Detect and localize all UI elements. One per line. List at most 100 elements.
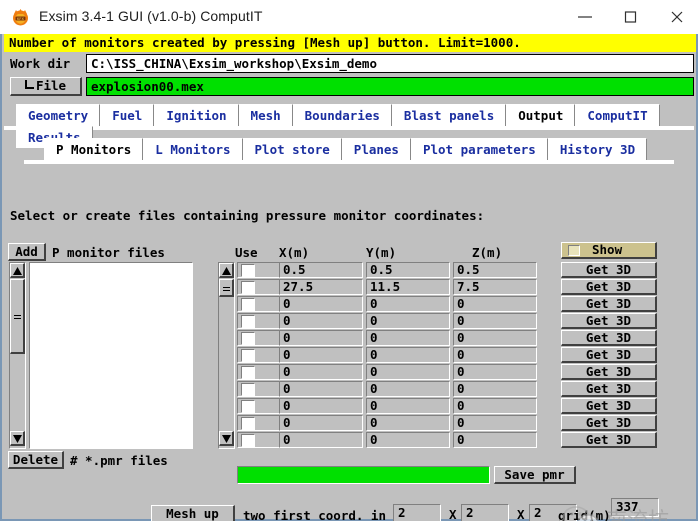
row-x-input[interactable]: 0.5 [279, 262, 363, 278]
row-y-input[interactable]: 0 [366, 296, 450, 312]
mesh-ny-input[interactable]: 2 [461, 504, 509, 521]
grid-size-input[interactable]: 337 [611, 498, 659, 517]
get-3d-button[interactable]: Get 3D [561, 279, 657, 295]
checkbox-icon[interactable] [241, 383, 255, 396]
minimize-button[interactable] [562, 0, 608, 33]
explosion-icon: KFX [11, 8, 30, 26]
table-scroll-up-icon[interactable] [219, 263, 234, 278]
checkbox-icon[interactable] [241, 315, 255, 328]
checkbox-icon[interactable] [241, 366, 255, 379]
row-y-input[interactable]: 0.5 [366, 262, 450, 278]
row-y-input[interactable]: 0 [366, 381, 450, 397]
p-monitor-file-list[interactable] [29, 262, 193, 449]
maximize-button[interactable] [608, 0, 654, 33]
row-y-input[interactable]: 0 [366, 313, 450, 329]
sub-tab-bar: P MonitorsL MonitorsPlot storePlanesPlot… [44, 138, 647, 162]
subtab-p-monitors[interactable]: P Monitors [44, 138, 143, 160]
checkbox-icon[interactable] [241, 434, 255, 447]
checkbox-icon[interactable] [241, 281, 255, 294]
row-y-input[interactable]: 0 [366, 347, 450, 363]
grid-label: grid(m) [558, 508, 611, 521]
show-toggle[interactable]: Show [561, 242, 657, 259]
get-3d-button[interactable]: Get 3D [561, 415, 657, 431]
checkbox-icon[interactable] [241, 332, 255, 345]
row-z-input[interactable]: 0 [453, 347, 537, 363]
get-3d-button[interactable]: Get 3D [561, 296, 657, 312]
row-z-input[interactable]: 0 [453, 296, 537, 312]
add-file-button[interactable]: Add [8, 243, 46, 261]
row-x-input[interactable]: 27.5 [279, 279, 363, 295]
file-list-scrollbar[interactable] [9, 262, 26, 449]
row-z-input[interactable]: 0 [453, 313, 537, 329]
subtab-plot-parameters[interactable]: Plot parameters [411, 138, 548, 160]
checkbox-icon[interactable] [241, 349, 255, 362]
get-3d-button[interactable]: Get 3D [561, 381, 657, 397]
mesh-up-button[interactable]: Mesh up [151, 505, 235, 521]
row-x-input[interactable]: 0 [279, 296, 363, 312]
save-pmr-button[interactable]: Save pmr [494, 466, 576, 484]
get-3d-button[interactable]: Get 3D [561, 398, 657, 414]
row-x-input[interactable]: 0 [279, 415, 363, 431]
row-x-input[interactable]: 0 [279, 364, 363, 380]
checkbox-icon[interactable] [241, 417, 255, 430]
row-x-input[interactable]: 0 [279, 330, 363, 346]
file-list-scroll-thumb[interactable] [10, 279, 25, 354]
get-3d-button[interactable]: Get 3D [561, 347, 657, 363]
close-button[interactable] [654, 0, 698, 33]
subtab-planes[interactable]: Planes [342, 138, 411, 160]
work-dir-input[interactable]: C:\ISS_CHINA\Exsim_workshop\Exsim_demo [86, 54, 694, 73]
row-x-input[interactable]: 0 [279, 347, 363, 363]
scroll-down-icon[interactable] [10, 431, 25, 446]
row-z-input[interactable]: 0 [453, 330, 537, 346]
tab-boundaries[interactable]: Boundaries [293, 104, 392, 126]
checkbox-icon[interactable] [241, 400, 255, 413]
main-tab-bar: GeometryFuelIgnitionMeshBoundariesBlast … [16, 104, 696, 128]
row-z-input[interactable]: 0.5 [453, 262, 537, 278]
file-menu-button[interactable]: File [10, 77, 82, 96]
get-3d-button[interactable]: Get 3D [561, 330, 657, 346]
row-x-input[interactable]: 0 [279, 398, 363, 414]
tab-output[interactable]: Output [506, 104, 575, 126]
mesh-nx-input[interactable]: 2 [393, 504, 441, 521]
checkbox-icon[interactable] [241, 264, 255, 277]
row-z-input[interactable]: 0 [453, 381, 537, 397]
table-scroll-down-icon[interactable] [219, 431, 234, 446]
row-z-input[interactable]: 0 [453, 398, 537, 414]
get-3d-button[interactable]: Get 3D [561, 432, 657, 448]
tab-computit[interactable]: ComputIT [575, 104, 659, 126]
checkbox-icon[interactable] [241, 298, 255, 311]
get-3d-button[interactable]: Get 3D [561, 313, 657, 329]
subtab-l-monitors[interactable]: L Monitors [143, 138, 242, 160]
row-x-input[interactable]: 0 [279, 432, 363, 448]
file-menu-label: File [36, 78, 66, 93]
row-z-input[interactable]: 0 [453, 415, 537, 431]
row-y-input[interactable]: 0 [366, 330, 450, 346]
row-y-input[interactable]: 0 [366, 432, 450, 448]
delete-file-button[interactable]: Delete [8, 451, 64, 469]
row-y-input[interactable]: 0 [366, 364, 450, 380]
save-progress-field[interactable] [237, 466, 490, 484]
tab-mesh[interactable]: Mesh [239, 104, 293, 126]
status-message: Number of monitors created by pressing [… [4, 34, 696, 52]
scroll-up-icon[interactable] [10, 263, 25, 278]
file-name-input[interactable]: explosion00.mex [86, 77, 694, 96]
row-z-input[interactable]: 0 [453, 364, 537, 380]
row-z-input[interactable]: 7.5 [453, 279, 537, 295]
row-x-input[interactable]: 0 [279, 313, 363, 329]
subtab-history-3d[interactable]: History 3D [548, 138, 647, 160]
row-z-input[interactable]: 0 [453, 432, 537, 448]
row-x-input[interactable]: 0 [279, 381, 363, 397]
tab-blast-panels[interactable]: Blast panels [392, 104, 506, 126]
subtab-plot-store[interactable]: Plot store [243, 138, 342, 160]
tab-geometry[interactable]: Geometry [16, 104, 100, 126]
table-scroll-thumb[interactable] [219, 279, 234, 297]
row-y-input[interactable]: 0 [366, 398, 450, 414]
tab-fuel[interactable]: Fuel [100, 104, 154, 126]
get-3d-button[interactable]: Get 3D [561, 364, 657, 380]
row-y-input[interactable]: 0 [366, 415, 450, 431]
get-3d-button[interactable]: Get 3D [561, 262, 657, 278]
row-y-input[interactable]: 11.5 [366, 279, 450, 295]
show-checkbox-icon[interactable] [568, 245, 580, 256]
monitor-table-scrollbar[interactable] [218, 262, 235, 449]
tab-ignition[interactable]: Ignition [154, 104, 238, 126]
